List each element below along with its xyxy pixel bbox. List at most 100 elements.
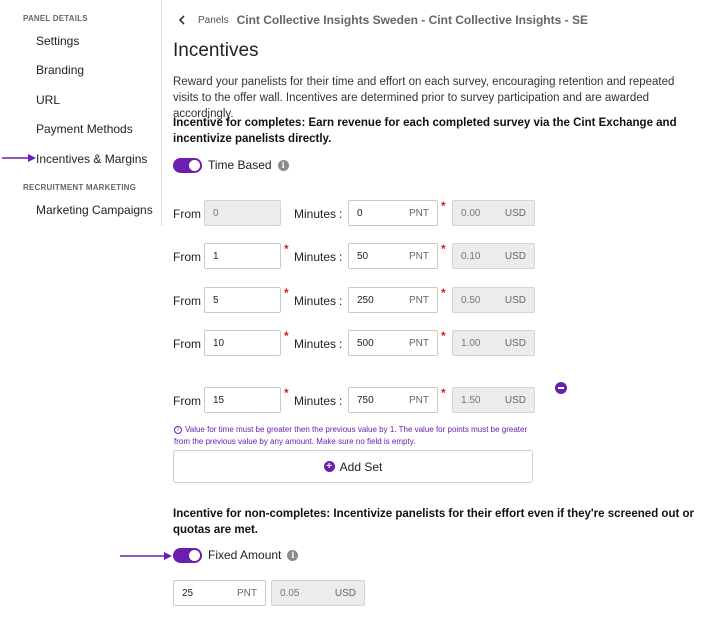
points-input[interactable]: 500 PNT: [348, 330, 438, 356]
from-value: 0: [213, 207, 219, 219]
non-completes-section-title: Incentive for non-completes: Incentivize…: [173, 508, 694, 536]
minutes-label: Minutes: [294, 250, 337, 264]
required-marker: *: [441, 199, 446, 213]
from-input: 0: [204, 200, 281, 226]
currency-unit: USD: [504, 294, 526, 306]
add-set-button[interactable]: + Add Set: [173, 450, 533, 483]
from-label: From: [173, 294, 201, 308]
time-based-toggle[interactable]: [173, 157, 202, 173]
panel-details-heading: PANEL DETAILS: [23, 14, 88, 23]
sidebar-item-url[interactable]: URL: [36, 93, 60, 107]
required-marker: *: [441, 329, 446, 343]
points-value: 750: [357, 394, 374, 406]
points-unit: PNT: [237, 587, 257, 599]
sidebar-item-settings[interactable]: Settings: [36, 34, 79, 48]
required-marker: *: [284, 286, 289, 300]
usd-field: 1.00 USD: [452, 330, 535, 356]
minutes-label: Minutes: [294, 337, 337, 351]
usd-field: 0.00 USD: [452, 200, 535, 226]
points-input[interactable]: 250 PNT: [348, 287, 438, 313]
usd-field: 0.10 USD: [452, 243, 535, 269]
from-input[interactable]: 1: [204, 243, 281, 269]
annotation-arrow-icon: [2, 154, 36, 162]
info-icon: i: [174, 425, 182, 434]
from-label: From: [173, 207, 201, 221]
usd-field: 0.50 USD: [452, 287, 535, 313]
points-unit: PNT: [409, 294, 429, 306]
required-marker: *: [284, 242, 289, 256]
required-marker: *: [441, 386, 446, 400]
sidebar-item-marketing-campaigns[interactable]: Marketing Campaigns: [36, 203, 153, 217]
points-unit: PNT: [409, 207, 429, 219]
required-marker: *: [284, 329, 289, 343]
from-label: From: [173, 394, 201, 408]
from-value: 5: [213, 294, 219, 306]
from-input[interactable]: 15: [204, 387, 281, 413]
recruitment-marketing-heading: RECRUITMENT MARKETING: [23, 183, 137, 192]
from-label: From: [173, 250, 201, 264]
points-input[interactable]: 50 PNT: [348, 243, 438, 269]
plus-icon: +: [323, 461, 335, 472]
fixed-amount-label: Fixed Amount: [208, 548, 282, 562]
usd-value: 1.00: [461, 337, 481, 349]
points-value: 0: [357, 207, 363, 219]
required-marker: *: [441, 286, 446, 300]
from-value: 15: [213, 394, 225, 406]
usd-value: 0.10: [461, 250, 481, 262]
points-value: 250: [357, 294, 374, 306]
currency-unit: USD: [504, 207, 526, 219]
sidebar-item-branding[interactable]: Branding: [36, 63, 84, 77]
usd-value: 0.50: [461, 294, 481, 306]
points-value: 50: [357, 250, 369, 262]
currency-unit: USD: [334, 587, 356, 599]
from-label: From: [173, 337, 201, 351]
fixed-amount-toggle-row: Fixed Amount i: [173, 547, 299, 563]
from-value: 1: [213, 250, 219, 262]
non-complete-points-value: 25: [182, 587, 194, 599]
annotation-arrow-icon: [120, 552, 172, 560]
from-input[interactable]: 10: [204, 330, 281, 356]
required-marker: *: [284, 386, 289, 400]
validation-hint: i Value for time must be greater then the…: [174, 424, 534, 448]
separator: :: [339, 250, 343, 264]
currency-unit: USD: [504, 250, 526, 262]
points-unit: PNT: [409, 250, 429, 262]
from-input[interactable]: 5: [204, 287, 281, 313]
time-based-toggle-row: Time Based i: [173, 157, 289, 173]
minutes-label: Minutes: [294, 294, 337, 308]
time-based-label: Time Based: [208, 158, 272, 172]
page-title: Incentives: [173, 40, 259, 61]
separator: :: [339, 294, 343, 308]
info-icon[interactable]: i: [287, 549, 299, 561]
breadcrumb-panels-link[interactable]: Panels: [198, 15, 229, 26]
remove-row-button[interactable]: [555, 382, 567, 394]
points-input[interactable]: 0 PNT: [348, 200, 438, 226]
sidebar-item-payment-methods[interactable]: Payment Methods: [36, 122, 133, 136]
fixed-amount-toggle[interactable]: [173, 547, 202, 563]
sidebar: PANEL DETAILS Settings Branding URL Paym…: [0, 0, 162, 226]
usd-field: 1.50 USD: [452, 387, 535, 413]
points-input[interactable]: 750 PNT: [348, 387, 438, 413]
separator: :: [339, 337, 343, 351]
breadcrumb: Panels Cint Collective Insights Sweden -…: [178, 12, 588, 28]
sidebar-item-incentives-margins[interactable]: Incentives & Margins: [36, 152, 147, 166]
completes-section-title: Incentive for completes: Earn revenue fo…: [173, 117, 677, 145]
required-marker: *: [441, 242, 446, 256]
currency-unit: USD: [504, 337, 526, 349]
minutes-label: Minutes: [294, 207, 337, 221]
points-unit: PNT: [409, 337, 429, 349]
chevron-left-icon[interactable]: [178, 13, 188, 27]
points-value: 500: [357, 337, 374, 349]
add-set-label: Add Set: [339, 459, 383, 474]
validation-hint-text: Value for time must be greater then the …: [174, 425, 528, 446]
info-icon[interactable]: i: [277, 159, 289, 171]
non-complete-points-input[interactable]: 25 PNT: [173, 580, 266, 606]
separator: :: [339, 394, 343, 408]
non-complete-usd-field: 0.05 USD: [271, 580, 365, 606]
breadcrumb-panel-name: Cint Collective Insights Sweden - Cint C…: [236, 13, 588, 27]
usd-value: 1.50: [461, 394, 481, 406]
separator: :: [339, 207, 343, 221]
non-complete-usd-value: 0.05: [280, 587, 300, 599]
points-unit: PNT: [409, 394, 429, 406]
currency-unit: USD: [504, 394, 526, 406]
